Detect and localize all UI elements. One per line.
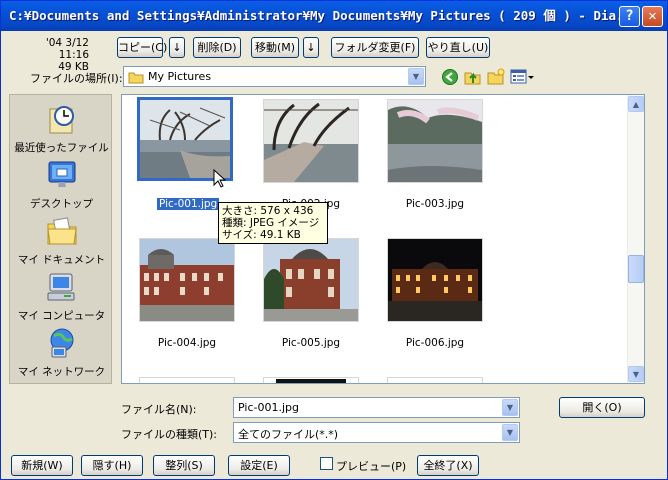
delete-button[interactable]: 削除(D) xyxy=(193,37,241,58)
tooltip: 大きさ: 576 x 436 種類: JPEG イメージ サイズ: 49.1 K… xyxy=(218,202,328,244)
settings-button[interactable]: 設定(E) xyxy=(228,455,290,476)
place-label: 最近使ったファイル xyxy=(14,142,109,154)
thumbnail-pic-004[interactable] xyxy=(139,238,235,322)
copy-button[interactable]: コピー(C) xyxy=(117,37,167,58)
new-folder-icon[interactable] xyxy=(487,68,505,86)
arrange-button[interactable]: 整列(S) xyxy=(153,455,215,476)
up-folder-icon[interactable] xyxy=(464,68,482,86)
back-icon[interactable] xyxy=(441,68,459,86)
file-name-label[interactable]: Pic-005.jpg xyxy=(251,337,371,349)
place-my-documents[interactable]: マイ ドキュメント xyxy=(10,215,113,267)
dialog-window: C:¥Documents and Settings¥Administrator¥… xyxy=(0,0,668,480)
change-folder-button[interactable]: フォルダ変更(F) xyxy=(331,37,419,58)
place-label: デスクトップ xyxy=(30,198,93,210)
file-datetime: '04 3/12 11:16 xyxy=(45,37,89,61)
my-documents-icon xyxy=(46,217,77,245)
hide-button[interactable]: 隠す(H) xyxy=(81,455,143,476)
place-my-computer[interactable]: マイ コンピュータ xyxy=(10,271,113,323)
preview-label[interactable]: プレビュー(P) xyxy=(336,458,406,474)
photo-pond-blossoms xyxy=(388,100,482,182)
thumbnail-pic-005[interactable] xyxy=(263,238,359,322)
chevron-down-icon[interactable]: ▼ xyxy=(502,399,518,416)
photo-trees-pond xyxy=(140,100,230,178)
scroll-thumb[interactable] xyxy=(628,255,644,283)
file-name-label[interactable]: Pic-001.jpg xyxy=(157,198,220,210)
exit-all-button[interactable]: 全終了(X) xyxy=(417,455,479,476)
move-button[interactable]: 移動(M) xyxy=(251,37,299,58)
thumbnail-pic-002[interactable] xyxy=(263,99,359,183)
preview-checkbox[interactable] xyxy=(320,457,333,470)
thumbnail-partial[interactable] xyxy=(139,377,235,383)
tooltip-dimensions: 大きさ: 576 x 436 xyxy=(222,205,314,217)
thumbnail-partial[interactable] xyxy=(387,377,483,383)
redo-button[interactable]: やり直し(U) xyxy=(426,37,490,58)
open-button[interactable]: 開く(O) xyxy=(559,397,645,418)
my-network-icon xyxy=(50,328,73,358)
thumbnail-pic-003[interactable] xyxy=(387,99,483,183)
view-menu-icon[interactable] xyxy=(510,69,534,85)
scroll-up-icon[interactable]: ▲ xyxy=(628,96,644,112)
new-button[interactable]: 新規(W) xyxy=(11,455,73,476)
location-label: ファイルの場所(I): xyxy=(30,72,123,85)
filename-value: Pic-001.jpg xyxy=(238,401,299,414)
file-info: '04 3/12 11:16 49 KB xyxy=(19,37,89,73)
location-value: My Pictures xyxy=(148,70,212,83)
window-title: C:¥Documents and Settings¥Administrator¥… xyxy=(9,8,639,23)
copy-dropdown-button[interactable]: ↓ xyxy=(169,37,185,58)
file-name-label[interactable]: Pic-004.jpg xyxy=(127,337,247,349)
mouse-cursor-icon xyxy=(213,169,227,188)
filetype-select[interactable]: 全てのファイル(*.*) ▼ xyxy=(233,422,520,443)
photo-station-night xyxy=(388,239,482,321)
thumbnail-pic-006[interactable] xyxy=(387,238,483,322)
recent-icon xyxy=(49,106,74,134)
help-button[interactable]: ? xyxy=(619,6,640,27)
filetype-label: ファイルの種類(T): xyxy=(121,428,218,441)
photo-station-building xyxy=(140,239,234,321)
place-label: マイ コンピュータ xyxy=(17,310,106,322)
my-computer-icon xyxy=(47,273,74,301)
places-bar: 最近使ったファイル デスクトップ マイ ドキュメント マイ コンピュータ マイ … xyxy=(9,94,112,384)
thumbnail-partial[interactable] xyxy=(263,377,359,383)
folder-icon xyxy=(128,72,144,84)
place-recent[interactable]: 最近使ったファイル xyxy=(10,103,113,155)
filename-label: ファイル名(N): xyxy=(121,403,197,416)
scroll-down-icon[interactable]: ▼ xyxy=(628,366,644,382)
tooltip-type: 種類: JPEG イメージ xyxy=(222,217,320,229)
file-view[interactable]: Pic-001.jpg Pic-002.jpg Pic-003.jpg xyxy=(121,94,645,384)
close-button[interactable]: ✕ xyxy=(642,6,663,27)
place-desktop[interactable]: デスクトップ xyxy=(10,159,113,211)
photo-path-trees xyxy=(264,100,358,182)
photo-partial xyxy=(276,379,346,383)
file-name-label[interactable]: Pic-003.jpg xyxy=(375,198,495,210)
place-my-network[interactable]: マイ ネットワーク xyxy=(10,327,113,379)
desktop-icon xyxy=(48,161,75,187)
filename-input[interactable]: Pic-001.jpg ▼ xyxy=(233,397,520,418)
title-bar[interactable]: C:¥Documents and Settings¥Administrator¥… xyxy=(1,1,667,31)
chevron-down-icon[interactable]: ▼ xyxy=(408,68,424,85)
place-label: マイ ドキュメント xyxy=(17,254,106,266)
chevron-down-icon[interactable]: ▼ xyxy=(502,424,518,441)
place-label: マイ ネットワーク xyxy=(17,366,106,378)
move-dropdown-button[interactable]: ↓ xyxy=(303,37,319,58)
photo-station-dome xyxy=(264,239,358,321)
location-combo[interactable]: My Pictures ▼ xyxy=(123,66,426,87)
filetype-value: 全てのファイル(*.*) xyxy=(238,428,339,441)
file-name-label[interactable]: Pic-006.jpg xyxy=(375,337,495,349)
vertical-scrollbar[interactable]: ▲ ▼ xyxy=(627,95,644,383)
tooltip-size: サイズ: 49.1 KB xyxy=(222,229,301,241)
